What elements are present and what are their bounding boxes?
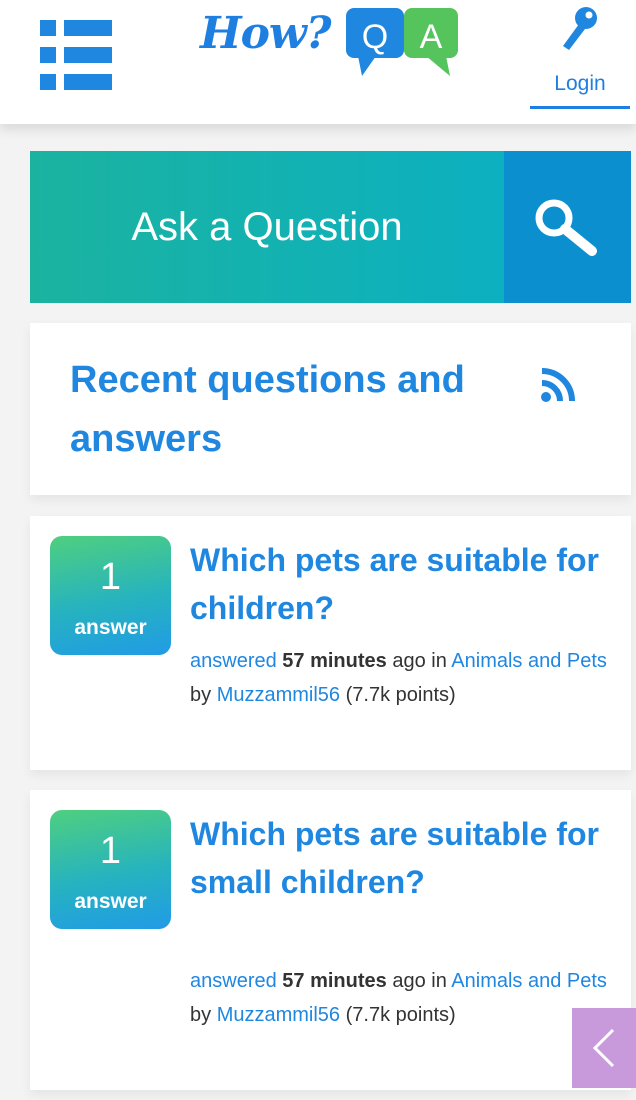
category-link[interactable]: Animals and Pets (451, 650, 607, 672)
section-header-card: Recent questions and answers (30, 323, 631, 495)
answer-count-label: answer (74, 890, 147, 913)
question-title-link[interactable]: Which pets are suitable for small childr… (190, 810, 610, 906)
question-item: 1 answer Which pets are suitable for sma… (30, 790, 631, 1090)
question-meta: answered 57 minutes ago in Animals and P… (190, 964, 610, 1032)
answered-link[interactable]: answered (190, 970, 277, 992)
user-link[interactable]: Muzzammil56 (217, 684, 340, 706)
question-title-link[interactable]: Which pets are suitable for children? (190, 536, 610, 632)
question-meta: answered 57 minutes ago in Animals and P… (190, 644, 610, 712)
answer-count-label: answer (74, 616, 147, 639)
answer-count-badge[interactable]: 1 answer (50, 810, 171, 929)
header: How? Q A Login (0, 0, 636, 124)
side-panel-toggle[interactable] (572, 1008, 636, 1088)
search-icon (535, 199, 597, 256)
answer-count: 1 (99, 556, 122, 598)
time-ago: 57 minutes (282, 970, 387, 992)
time-suffix: ago in (392, 970, 447, 992)
key-icon (563, 7, 597, 50)
answer-count-badge[interactable]: 1 answer (50, 536, 171, 655)
time-ago: 57 minutes (282, 650, 387, 672)
question-item: 1 answer Which pets are suitable for chi… (30, 516, 631, 770)
time-suffix: ago in (392, 650, 447, 672)
by-label: by (190, 684, 212, 706)
login-label: Login (554, 72, 606, 95)
page-title: Recent questions and answers (70, 359, 465, 460)
logo-q-letter: Q (362, 18, 388, 56)
login-underline (530, 106, 630, 109)
ask-bar: Ask a Question (30, 151, 631, 303)
site-logo[interactable]: How? Q A (200, 6, 462, 86)
category-link[interactable]: Animals and Pets (451, 970, 607, 992)
answered-link[interactable]: answered (190, 650, 277, 672)
answer-count: 1 (99, 830, 122, 872)
user-link[interactable]: Muzzammil56 (217, 1004, 340, 1026)
logo-text: How? (200, 8, 332, 59)
ask-question-button[interactable]: Ask a Question (30, 151, 504, 303)
chevron-left-icon (592, 1028, 615, 1068)
qa-bubbles-icon: Q A (346, 8, 458, 76)
menu-icon[interactable] (40, 20, 112, 90)
login-button[interactable]: Login (530, 6, 630, 112)
user-points: (7.7k points) (345, 1004, 456, 1026)
by-label: by (190, 1004, 212, 1026)
user-points: (7.7k points) (345, 684, 456, 706)
rss-icon[interactable] (538, 365, 578, 405)
ask-question-label: Ask a Question (131, 204, 403, 249)
logo-a-letter: A (420, 18, 443, 56)
search-button[interactable] (504, 151, 631, 303)
